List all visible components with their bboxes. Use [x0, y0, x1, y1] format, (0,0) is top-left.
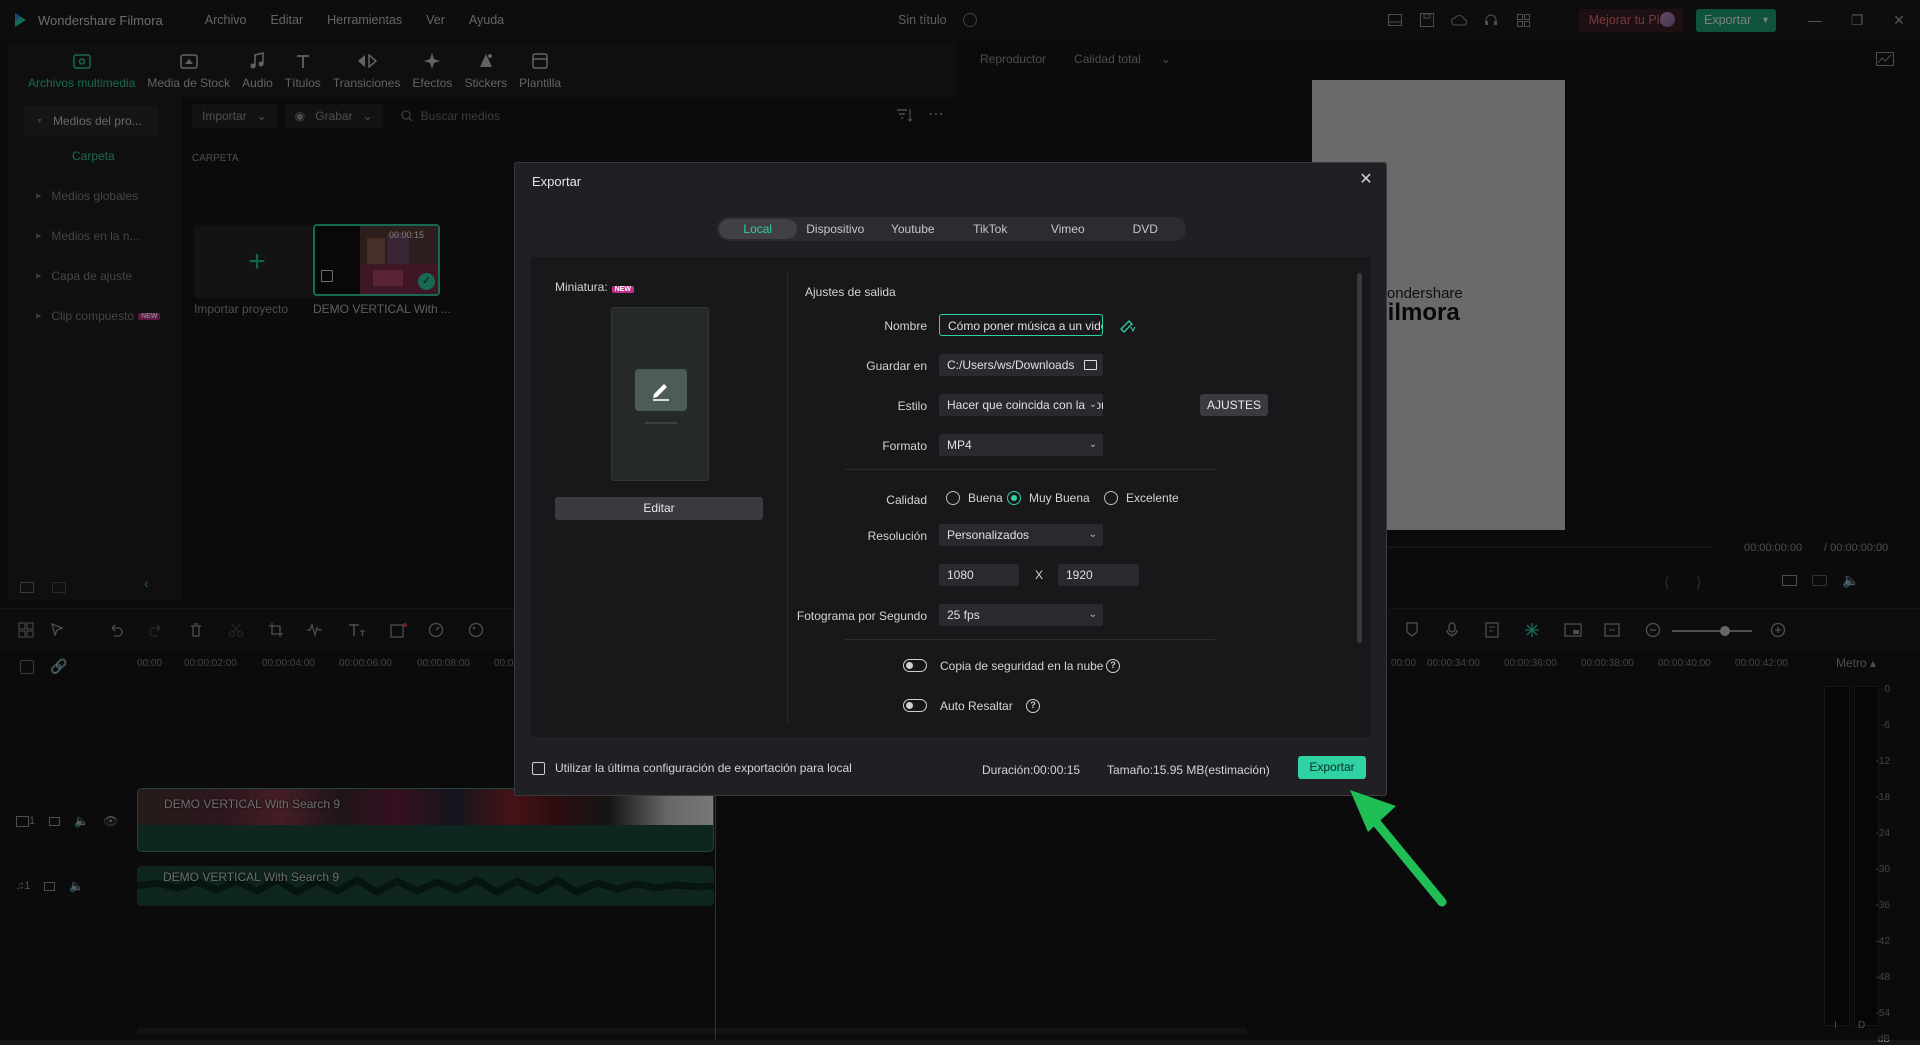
name-field[interactable]: Cómo poner música a un video [939, 314, 1103, 336]
name-value: Cómo poner música a un video [948, 319, 1103, 333]
resolution-dropdown[interactable]: Personalizados ⌄ [939, 524, 1103, 546]
radio-circle [1007, 491, 1021, 505]
cloud-backup-toggle[interactable] [903, 659, 927, 672]
resolution-label: Resolución [867, 529, 927, 543]
height-value: 1920 [1066, 568, 1093, 582]
width-field[interactable]: 1080 [939, 564, 1019, 586]
quality-option-muy-buena[interactable]: Muy Buena [1007, 491, 1090, 505]
quality-label: Calidad [886, 493, 927, 507]
use-last-settings-label: Utilizar la última configuración de expo… [555, 761, 852, 775]
resolution-value: Personalizados [947, 528, 1030, 542]
thumbnail-label-text: Miniatura: [555, 280, 608, 294]
ai-rename-icon[interactable] [1119, 317, 1137, 333]
thumbnail-preview[interactable] [611, 307, 709, 481]
dialog-title: Exportar [532, 174, 582, 189]
edit-thumbnail-button[interactable]: Editar [555, 497, 763, 520]
width-value: 1080 [947, 568, 974, 582]
height-field[interactable]: 1920 [1058, 564, 1139, 586]
tab-tiktok[interactable]: TikTok [952, 219, 1030, 239]
save-location-label: Guardar en [866, 359, 927, 373]
settings-button[interactable]: AJUSTES [1200, 394, 1268, 416]
radio-label: Buena [968, 491, 1003, 505]
duration-text: Duración:00:00:15 [982, 763, 1081, 777]
radio-circle [1104, 491, 1118, 505]
radio-label: Excelente [1126, 491, 1179, 505]
tab-vimeo[interactable]: Vimeo [1029, 219, 1107, 239]
divider [845, 469, 1215, 470]
fps-label: Fotograma por Segundo [796, 609, 927, 623]
style-label: Estilo [897, 399, 927, 413]
new-badge: NEW [611, 286, 635, 293]
radio-label: Muy Buena [1029, 491, 1090, 505]
format-value: MP4 [947, 438, 972, 452]
name-label: Nombre [884, 319, 927, 333]
format-label: Formato [882, 439, 927, 453]
export-tabs: Local Dispositivo Youtube TikTok Vimeo D… [717, 217, 1186, 241]
size-text: Tamaño:15.95 MB(estimación) [1107, 763, 1270, 777]
export-settings-body: Miniatura: NEW Editar Ajustes de salida N… [531, 257, 1371, 737]
chevron-down-icon: ⌄ [1088, 529, 1097, 540]
style-dropdown[interactable]: Hacer que coincida con la configu⌄ [939, 394, 1103, 416]
tab-dvd[interactable]: DVD [1107, 219, 1185, 239]
save-location-value: C:/Users/ws/Downloads [947, 358, 1075, 372]
export-dialog: Exportar ✕ Local Dispositivo Youtube Tik… [514, 162, 1387, 796]
thumbnail-label: Miniatura: NEW [555, 280, 635, 294]
chevron-down-icon: ⌄ [1086, 394, 1097, 416]
save-location-field[interactable]: C:/Users/ws/Downloads [939, 354, 1103, 376]
tab-youtube[interactable]: Youtube [874, 219, 952, 239]
annotation-arrow-icon [1350, 790, 1447, 907]
tab-local[interactable]: Local [719, 219, 797, 239]
settings-scrollbar[interactable] [1357, 273, 1362, 643]
fps-value: 25 fps [947, 608, 980, 622]
cloud-backup-label: Copia de seguridad en la nube [940, 659, 1104, 673]
chevron-down-icon: ⌄ [1088, 439, 1097, 450]
radio-circle [946, 491, 960, 505]
edit-pencil-icon [635, 369, 687, 411]
auto-highlight-toggle[interactable] [903, 699, 927, 712]
quality-option-buena[interactable]: Buena [946, 491, 1003, 505]
tab-dispositivo[interactable]: Dispositivo [797, 219, 875, 239]
use-last-settings-checkbox[interactable]: Utilizar la última configuración de expo… [532, 761, 852, 775]
quality-option-excelente[interactable]: Excelente [1104, 491, 1179, 505]
chevron-down-icon: ⌄ [1088, 609, 1097, 620]
resolution-x: X [1035, 568, 1044, 582]
auto-highlight-label: Auto Resaltar [940, 699, 1013, 713]
output-settings-title: Ajustes de salida [805, 285, 896, 299]
fps-dropdown[interactable]: 25 fps ⌄ [939, 604, 1103, 626]
help-icon[interactable]: ? [1026, 699, 1040, 713]
help-icon[interactable]: ? [1106, 659, 1120, 673]
format-dropdown[interactable]: MP4 ⌄ [939, 434, 1103, 456]
folder-icon[interactable] [1084, 360, 1097, 370]
close-icon[interactable]: ✕ [1358, 172, 1374, 188]
checkbox-box [532, 761, 545, 775]
style-value: Hacer que coincida con la configu [947, 398, 1103, 412]
thumbnail-reflection [645, 422, 677, 424]
export-button[interactable]: Exportar [1298, 756, 1366, 779]
divider [845, 639, 1215, 640]
